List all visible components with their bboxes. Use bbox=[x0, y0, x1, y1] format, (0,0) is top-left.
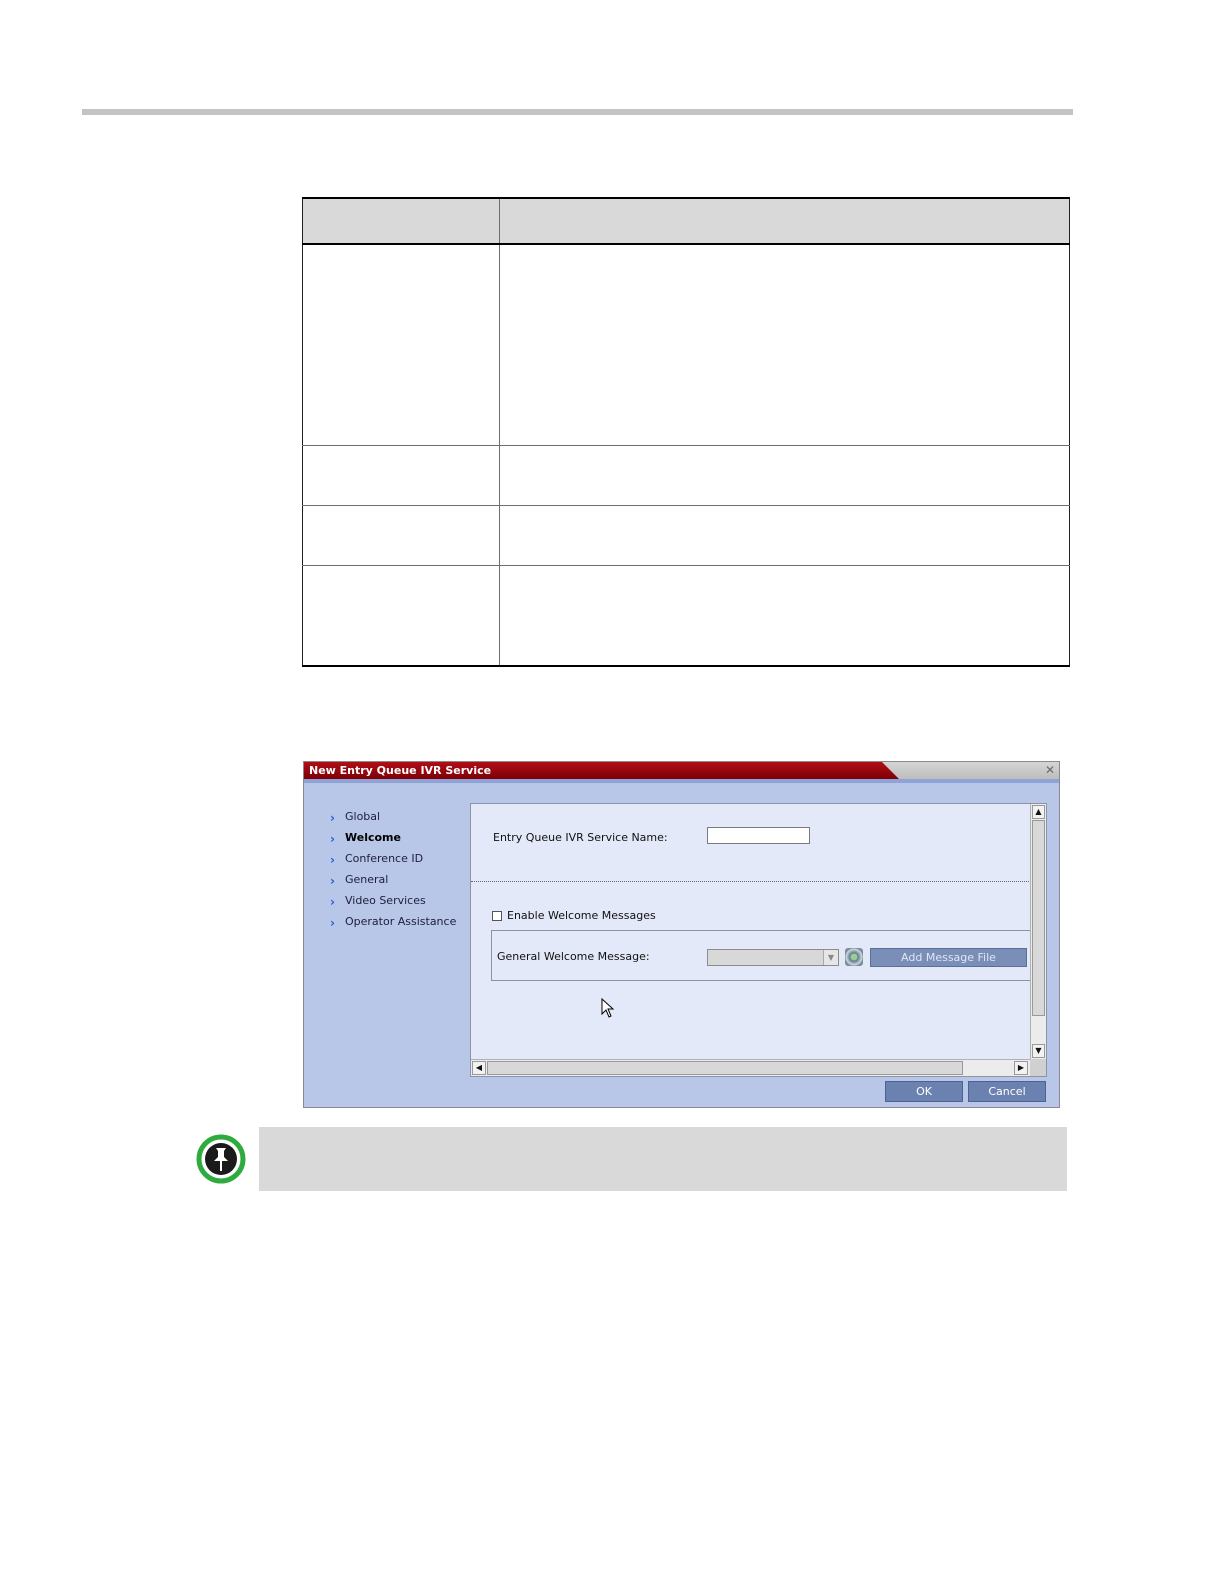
dialog-title: New Entry Queue IVR Service bbox=[309, 764, 492, 777]
chevron-down-icon[interactable]: ▼ bbox=[823, 950, 838, 965]
note-box bbox=[259, 1127, 1067, 1191]
mouse-pointer-icon bbox=[601, 998, 615, 1018]
nav-item-global[interactable]: › Global bbox=[330, 806, 456, 827]
table-cell bbox=[499, 243, 1070, 446]
table-cell bbox=[302, 243, 500, 446]
scroll-up-icon[interactable]: ▲ bbox=[1032, 805, 1045, 819]
ok-button[interactable]: OK bbox=[885, 1081, 963, 1102]
nav-item-operator-assistance[interactable]: › Operator Assistance bbox=[330, 911, 456, 932]
nav-item-conference-id[interactable]: › Conference ID bbox=[330, 848, 456, 869]
vertical-scrollbar[interactable]: ▲ ▼ bbox=[1030, 804, 1046, 1059]
chevron-right-icon: › bbox=[330, 852, 335, 867]
title-strip bbox=[304, 779, 1059, 783]
horizontal-scroll-thumb[interactable] bbox=[487, 1061, 963, 1075]
service-name-label: Entry Queue IVR Service Name: bbox=[493, 831, 668, 844]
scroll-right-icon[interactable]: ▶ bbox=[1014, 1061, 1028, 1075]
nav-item-label: Welcome bbox=[345, 831, 401, 844]
chevron-right-icon: › bbox=[330, 831, 335, 846]
table-header-cell bbox=[302, 197, 500, 245]
chevron-right-icon: › bbox=[330, 894, 335, 909]
header-rule bbox=[82, 109, 1073, 115]
chevron-right-icon: › bbox=[330, 810, 335, 825]
general-welcome-label: General Welcome Message: bbox=[497, 950, 650, 963]
section-divider bbox=[471, 881, 1031, 882]
table-row bbox=[302, 444, 1070, 506]
table-row bbox=[302, 243, 1070, 446]
nav-item-label: Operator Assistance bbox=[345, 915, 457, 928]
nav-item-label: Conference ID bbox=[345, 852, 424, 865]
welcome-panel: Entry Queue IVR Service Name: Enable Wel… bbox=[470, 803, 1047, 1077]
nav-item-general[interactable]: › General bbox=[330, 869, 456, 890]
service-name-input[interactable] bbox=[707, 827, 810, 844]
scroll-corner bbox=[1030, 1059, 1046, 1076]
chevron-right-icon: › bbox=[330, 915, 335, 930]
horizontal-scrollbar[interactable]: ◀ ▶ bbox=[471, 1059, 1046, 1076]
nav-item-label: General bbox=[345, 873, 389, 886]
table-cell bbox=[302, 444, 500, 506]
scroll-down-icon[interactable]: ▼ bbox=[1032, 1044, 1045, 1058]
play-message-icon[interactable] bbox=[845, 948, 863, 966]
table-row bbox=[302, 504, 1070, 566]
enable-welcome-checkbox[interactable] bbox=[492, 911, 502, 921]
scroll-left-icon[interactable]: ◀ bbox=[472, 1061, 486, 1075]
cancel-button[interactable]: Cancel bbox=[968, 1081, 1046, 1102]
entry-queue-dialog: New Entry Queue IVR Service ✕ › Global ›… bbox=[303, 761, 1060, 1108]
table-row bbox=[302, 564, 1070, 667]
table-cell bbox=[499, 504, 1070, 566]
table-cell bbox=[302, 504, 500, 566]
table-header-row bbox=[302, 197, 1070, 245]
general-welcome-select[interactable]: ▼ bbox=[707, 949, 839, 966]
dialog-titlebar: New Entry Queue IVR Service ✕ bbox=[304, 762, 1059, 779]
table-header-cell bbox=[499, 197, 1070, 245]
nav-item-video-services[interactable]: › Video Services bbox=[330, 890, 456, 911]
nav-item-label: Global bbox=[345, 810, 381, 823]
nav-item-welcome[interactable]: › Welcome bbox=[330, 827, 456, 848]
chevron-right-icon: › bbox=[330, 873, 335, 888]
nav-item-label: Video Services bbox=[345, 894, 426, 907]
table-cell bbox=[302, 564, 500, 667]
add-message-file-button[interactable]: Add Message File bbox=[870, 948, 1027, 967]
table-cell bbox=[499, 564, 1070, 667]
vertical-scroll-thumb[interactable] bbox=[1032, 820, 1045, 1016]
close-icon[interactable]: ✕ bbox=[1045, 763, 1055, 777]
enable-welcome-label: Enable Welcome Messages bbox=[507, 909, 656, 922]
table-cell bbox=[499, 444, 1070, 506]
pushpin-note-icon bbox=[196, 1134, 246, 1184]
description-table bbox=[302, 197, 1070, 667]
dialog-nav: › Global › Welcome › Conference ID › Gen… bbox=[330, 806, 456, 932]
